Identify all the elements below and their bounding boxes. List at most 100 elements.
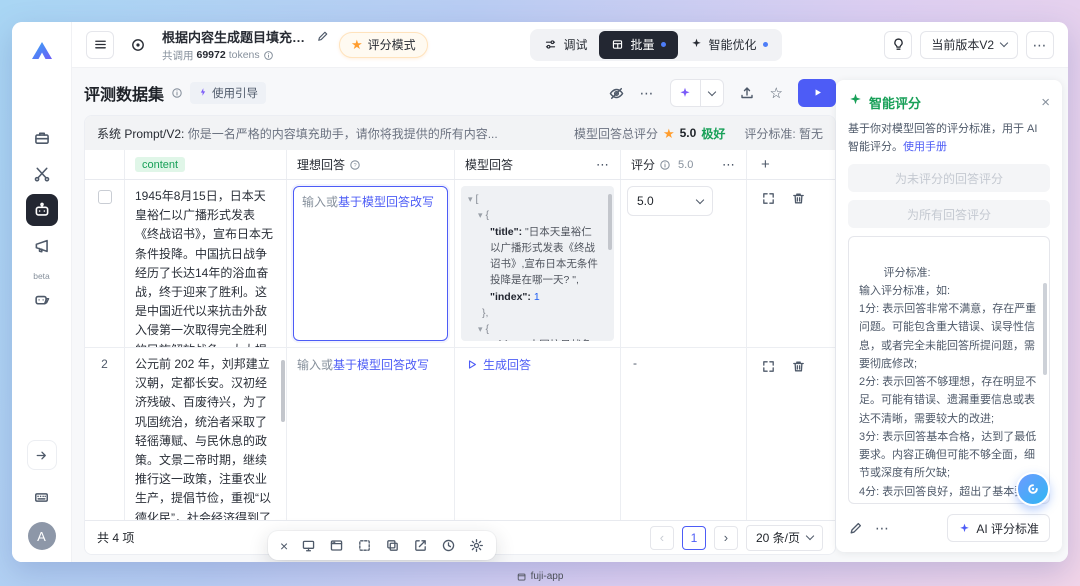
sidebar-expand-button[interactable] (27, 440, 57, 470)
sidebar-item-workspace[interactable] (26, 122, 58, 154)
score-unscored-button[interactable]: 为未评分的回答评分 (848, 164, 1050, 192)
run-button[interactable] (798, 79, 836, 107)
close-panel-button[interactable]: × (1041, 95, 1050, 110)
scrollbar-thumb[interactable] (608, 194, 612, 250)
info-icon[interactable] (171, 87, 183, 99)
version-select[interactable]: 当前版本V2 (920, 31, 1018, 59)
token-usage: 共调用69972tokens (162, 48, 329, 63)
model-answer-cell: ▾ [ ▾ { "title": "日本天皇裕仁以广播形式发表《终战诏书》,宣布… (455, 180, 621, 347)
page-size-select[interactable]: 20 条/页 (746, 525, 823, 551)
window-icon[interactable] (329, 538, 344, 553)
model-answer-cell: 生成回答 (455, 348, 621, 520)
ideal-answer-input[interactable]: 输入或基于模型回答改写 (287, 348, 454, 383)
play-icon (812, 86, 823, 101)
scrollbar-thumb[interactable] (281, 360, 285, 422)
ai-dropdown-button[interactable] (701, 80, 723, 106)
close-icon[interactable]: × (280, 539, 288, 553)
content-area: 评测数据集 使用引导 ⋯ ☆ (72, 68, 1068, 562)
tab-debug[interactable]: 调试 (532, 31, 599, 59)
status-dot (661, 42, 666, 47)
help-icon[interactable]: ? (349, 159, 361, 171)
criteria-textarea[interactable]: 评分标准: 输入评分标准，如: 1分: 表示回答非常不满意，存在严重问题。可能包… (848, 236, 1050, 504)
column-ideal-answer[interactable]: 理想回答 ? (287, 150, 455, 179)
column-score[interactable]: 评分 5.0 ⋯ (621, 150, 747, 179)
tab-optimize[interactable]: 智能优化 (678, 31, 780, 59)
current-page-button[interactable]: 1 (682, 526, 706, 550)
info-icon[interactable] (659, 159, 671, 171)
ai-criteria-button[interactable]: AI 评分标准 (947, 514, 1050, 542)
target-icon (130, 37, 146, 53)
delete-row-icon[interactable] (791, 191, 806, 206)
generate-answer-button[interactable]: 生成回答 (455, 348, 541, 381)
export-icon[interactable] (739, 85, 755, 101)
more-icon[interactable]: ⋯ (875, 521, 890, 535)
score-average: 5.0 (678, 159, 693, 171)
ideal-answer-input[interactable]: 输入或基于模型回答改写 (293, 186, 448, 341)
guide-badge[interactable]: 使用引导 (190, 82, 266, 104)
ai-assistant-bubble[interactable] (1016, 472, 1050, 506)
row-checkbox[interactable] (98, 190, 112, 204)
column-content[interactable]: content (125, 150, 287, 179)
floating-toolbar: × (268, 531, 496, 560)
selection-icon[interactable] (357, 538, 372, 553)
robot-icon (33, 201, 51, 219)
system-prompt-bar: 系统 Prompt/V2: 你是一名严格的内容填充助手，请你将我提供的所有内容.… (85, 116, 835, 150)
tips-button[interactable] (884, 31, 912, 59)
megaphone-icon (33, 237, 51, 255)
delete-row-icon[interactable] (791, 359, 806, 374)
score-all-button[interactable]: 为所有回答评分 (848, 200, 1050, 228)
topbar-more-button[interactable]: ⋯ (1026, 31, 1054, 59)
column-more-icon[interactable]: ⋯ (596, 157, 610, 173)
avatar-initial: A (37, 529, 46, 544)
menu-button[interactable] (86, 31, 114, 59)
column-model-answer[interactable]: 模型回答 ⋯ (455, 150, 621, 179)
favorite-icon[interactable]: ☆ (770, 86, 783, 101)
dataset-section: 评测数据集 使用引导 ⋯ ☆ (84, 68, 836, 562)
row-number: 2 (85, 348, 125, 520)
expand-row-icon[interactable] (761, 359, 776, 374)
sidebar-item-agents[interactable] (26, 194, 58, 226)
info-icon[interactable] (263, 50, 274, 61)
arrow-right-icon (34, 448, 49, 463)
keyboard-icon (33, 489, 50, 506)
eye-off-icon[interactable] (608, 85, 625, 102)
sidebar-item-skills[interactable] (26, 158, 58, 190)
rewrite-from-model-link[interactable]: 基于模型回答改写 (333, 358, 429, 372)
next-page-button[interactable]: › (714, 526, 738, 550)
settings-icon[interactable] (469, 538, 484, 553)
clipboard-icon[interactable] (385, 538, 400, 553)
monitor-icon[interactable] (301, 538, 316, 553)
sidebar-item-announcement[interactable] (26, 230, 58, 262)
model-answer-json[interactable]: ▾ [ ▾ { "title": "日本天皇裕仁以广播形式发表《终战诏书》,宣布… (461, 186, 614, 341)
edit-title-icon[interactable] (316, 30, 329, 43)
edit-criteria-icon[interactable] (848, 521, 863, 536)
play-outline-icon (465, 358, 478, 371)
score-select[interactable]: 5.0 (627, 186, 713, 216)
tab-batch[interactable]: 批量 (599, 31, 677, 59)
history-icon[interactable] (441, 538, 456, 553)
user-avatar[interactable]: A (28, 522, 56, 550)
skills-icon (33, 165, 51, 183)
table-row: 1945年8月15日，日本天皇裕仁以广播形式发表《终战诏书》，宣布日本无条件投降… (85, 180, 835, 348)
prev-page-button[interactable]: ‹ (650, 526, 674, 550)
app-logo[interactable] (27, 36, 57, 66)
column-more-icon[interactable]: ⋯ (722, 157, 736, 173)
rewrite-from-model-link[interactable]: 基于模型回答改写 (338, 195, 434, 209)
app-title: 根据内容生成题目填充J... (162, 27, 310, 46)
sidebar-item-evaluation[interactable] (26, 283, 58, 315)
ai-sparkle-icon[interactable] (671, 80, 701, 106)
window-icon (517, 572, 527, 582)
score-cell: - (621, 348, 747, 520)
more-icon[interactable]: ⋯ (640, 86, 655, 100)
expand-row-icon[interactable] (761, 191, 776, 206)
evaluation-robot-icon (33, 290, 51, 308)
scrollbar-thumb[interactable] (1043, 283, 1047, 375)
status-dot (763, 42, 768, 47)
svg-text:?: ? (353, 163, 356, 169)
manual-link[interactable]: 使用手册 (903, 141, 947, 153)
star-icon: ★ (351, 38, 363, 51)
sidebar-shortcuts-button[interactable] (26, 481, 58, 513)
workspace-switch-button[interactable] (124, 31, 152, 59)
add-column-button[interactable]: + (747, 150, 835, 179)
share-icon[interactable] (413, 538, 428, 553)
